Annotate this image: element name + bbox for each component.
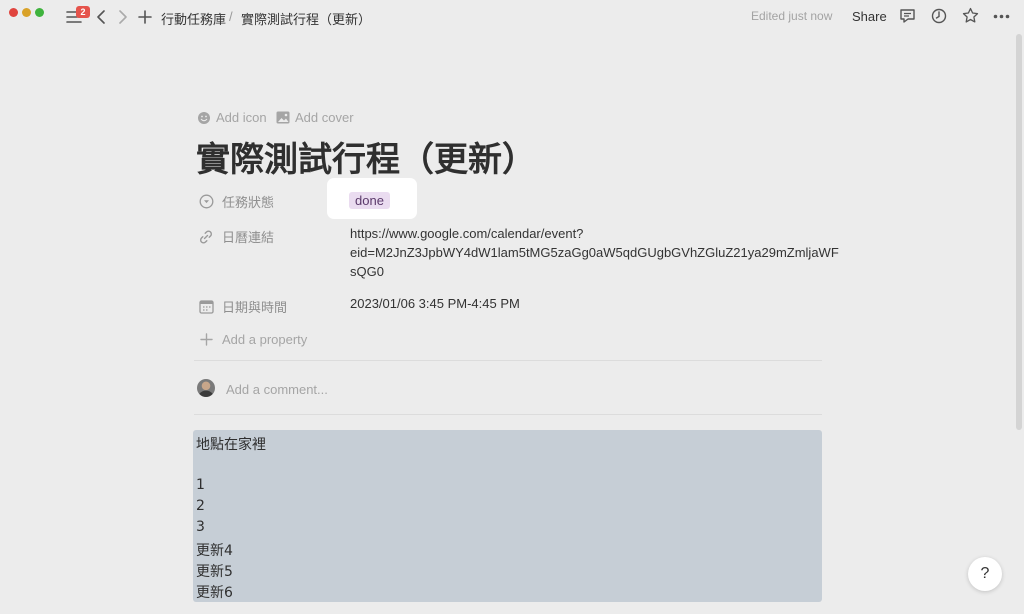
more-options-icon[interactable]	[992, 9, 1010, 23]
forward-icon[interactable]	[116, 9, 130, 25]
divider	[194, 414, 822, 415]
add-property-button[interactable]: Add a property	[198, 331, 307, 347]
plus-icon	[198, 331, 214, 347]
status-select-card[interactable]: done	[327, 178, 417, 219]
status-tag[interactable]: done	[349, 192, 390, 209]
content-block[interactable]: 地點在家裡 1 2 3 更新4 更新5 更新6	[193, 430, 822, 602]
page-title[interactable]: 實際測試行程（更新）	[196, 132, 536, 181]
share-button[interactable]: Share	[852, 9, 887, 24]
property-link[interactable]: 日曆連結	[198, 227, 274, 246]
divider	[194, 360, 822, 361]
smiley-icon	[197, 111, 211, 125]
breadcrumb-parent[interactable]: 行動任務庫	[161, 9, 226, 28]
calendar-icon	[198, 299, 214, 315]
add-icon-label: Add icon	[216, 110, 267, 125]
content-line: 更新5	[196, 564, 233, 580]
property-status-label: 任務狀態	[222, 195, 275, 210]
avatar	[197, 379, 215, 397]
top-bar: 2 行動任務庫 / 實際測試行程（更新） Edited just now Sha…	[0, 0, 1024, 34]
property-datetime-label: 日期與時間	[222, 300, 288, 315]
favorite-star-icon[interactable]	[961, 6, 979, 24]
add-cover-button[interactable]: Add cover	[276, 110, 354, 125]
comments-icon[interactable]	[898, 7, 916, 25]
add-cover-label: Add cover	[295, 110, 354, 125]
add-property-label: Add a property	[222, 331, 308, 347]
image-icon	[276, 111, 290, 125]
content-line: 3	[196, 519, 205, 535]
calendar-link-line: sQG0	[350, 264, 384, 279]
scrollbar[interactable]	[1016, 34, 1022, 430]
breadcrumb-current[interactable]: 實際測試行程（更新）	[241, 9, 371, 28]
datetime-value[interactable]: 2023/01/06 3:45 PM-4:45 PM	[350, 294, 520, 313]
status-icon	[198, 194, 214, 210]
history-clock-icon[interactable]	[930, 7, 948, 25]
content-line: 更新4	[196, 543, 233, 559]
property-datetime[interactable]: 日期與時間	[198, 297, 287, 316]
property-status[interactable]: 任務狀態	[198, 192, 274, 211]
calendar-link-line: eid=M2JnZ3JpbWY4dW1lam5tMG5zaGg0aW5qdGUg…	[350, 245, 839, 260]
content-line: 地點在家裡	[196, 437, 266, 453]
content-line: 2	[196, 498, 205, 514]
window-close-button[interactable]	[9, 8, 18, 17]
link-icon	[198, 229, 214, 245]
content-line: 1	[196, 477, 205, 493]
edited-status: Edited just now	[751, 9, 833, 23]
calendar-link-value[interactable]: https://www.google.com/calendar/event? e…	[350, 224, 839, 281]
notification-badge: 2	[76, 6, 90, 18]
add-icon-button[interactable]: Add icon	[197, 110, 267, 125]
content-line: 更新6	[196, 585, 233, 601]
new-page-plus-icon[interactable]	[137, 9, 153, 25]
help-button[interactable]: ?	[968, 557, 1002, 591]
calendar-link-line: https://www.google.com/calendar/event?	[350, 226, 584, 241]
window-minimize-button[interactable]	[22, 8, 31, 17]
property-link-label: 日曆連結	[222, 230, 275, 245]
window-zoom-button[interactable]	[35, 8, 44, 17]
breadcrumb-separator: /	[229, 9, 233, 24]
comment-input[interactable]: Add a comment...	[226, 382, 328, 397]
back-icon[interactable]	[94, 9, 108, 25]
